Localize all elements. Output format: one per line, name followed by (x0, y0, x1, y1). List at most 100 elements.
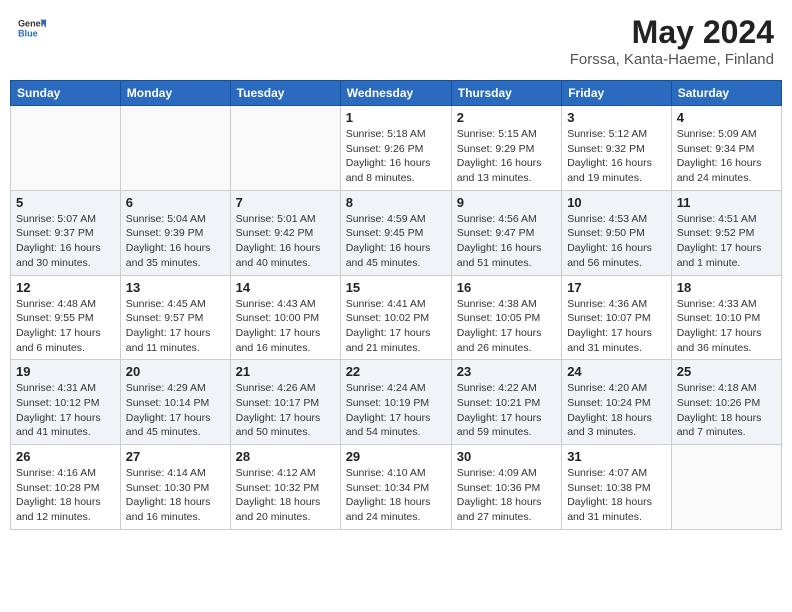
day-info: Sunrise: 4:31 AMSunset: 10:12 PMDaylight… (16, 381, 115, 440)
day-info: Sunrise: 4:48 AMSunset: 9:55 PMDaylight:… (16, 297, 115, 356)
day-info: Sunrise: 4:56 AMSunset: 9:47 PMDaylight:… (457, 212, 556, 271)
col-header-friday: Friday (562, 81, 672, 106)
day-info: Sunrise: 4:12 AMSunset: 10:32 PMDaylight… (236, 466, 335, 525)
calendar-cell: 13 Sunrise: 4:45 AMSunset: 9:57 PMDayligh… (120, 275, 230, 360)
calendar-cell: 27 Sunrise: 4:14 AMSunset: 10:30 PMDaylig… (120, 445, 230, 530)
day-number: 13 (126, 280, 225, 295)
day-info: Sunrise: 4:07 AMSunset: 10:38 PMDaylight… (567, 466, 666, 525)
col-header-sunday: Sunday (11, 81, 121, 106)
calendar-cell: 9 Sunrise: 4:56 AMSunset: 9:47 PMDaylight… (451, 190, 561, 275)
calendar-cell: 7 Sunrise: 5:01 AMSunset: 9:42 PMDaylight… (230, 190, 340, 275)
day-info: Sunrise: 4:29 AMSunset: 10:14 PMDaylight… (126, 381, 225, 440)
day-info: Sunrise: 5:12 AMSunset: 9:32 PMDaylight:… (567, 127, 666, 186)
day-number: 3 (567, 110, 666, 125)
col-header-monday: Monday (120, 81, 230, 106)
col-header-wednesday: Wednesday (340, 81, 451, 106)
day-info: Sunrise: 4:41 AMSunset: 10:02 PMDaylight… (346, 297, 446, 356)
col-header-thursday: Thursday (451, 81, 561, 106)
calendar-cell: 26 Sunrise: 4:16 AMSunset: 10:28 PMDaylig… (11, 445, 121, 530)
day-number: 19 (16, 364, 115, 379)
day-info: Sunrise: 4:18 AMSunset: 10:26 PMDaylight… (677, 381, 776, 440)
day-number: 31 (567, 449, 666, 464)
day-number: 10 (567, 195, 666, 210)
calendar-cell (230, 106, 340, 191)
col-header-saturday: Saturday (671, 81, 781, 106)
day-info: Sunrise: 5:07 AMSunset: 9:37 PMDaylight:… (16, 212, 115, 271)
day-info: Sunrise: 4:22 AMSunset: 10:21 PMDaylight… (457, 381, 556, 440)
day-info: Sunrise: 4:45 AMSunset: 9:57 PMDaylight:… (126, 297, 225, 356)
calendar-cell: 18 Sunrise: 4:33 AMSunset: 10:10 PMDaylig… (671, 275, 781, 360)
calendar-cell: 24Sunrise: 4:20 AMSunset: 10:24 PMDaylig… (562, 360, 672, 445)
day-info: Sunrise: 4:38 AMSunset: 10:05 PMDaylight… (457, 297, 556, 356)
day-info: Sunrise: 4:59 AMSunset: 9:45 PMDaylight:… (346, 212, 446, 271)
day-info: Sunrise: 4:16 AMSunset: 10:28 PMDaylight… (16, 466, 115, 525)
day-number: 21 (236, 364, 335, 379)
day-number: 14 (236, 280, 335, 295)
day-info: Sunrise: 4:24 AMSunset: 10:19 PMDaylight… (346, 381, 446, 440)
calendar-cell: 28 Sunrise: 4:12 AMSunset: 10:32 PMDaylig… (230, 445, 340, 530)
day-info: Sunrise: 5:18 AMSunset: 9:26 PMDaylight:… (346, 127, 446, 186)
calendar-cell: 30 Sunrise: 4:09 AMSunset: 10:36 PMDaylig… (451, 445, 561, 530)
day-number: 5 (16, 195, 115, 210)
day-info: Sunrise: 4:09 AMSunset: 10:36 PMDaylight… (457, 466, 556, 525)
subtitle: Forssa, Kanta-Haeme, Finland (570, 51, 774, 68)
day-number: 20 (126, 364, 225, 379)
calendar-cell: 4Sunrise: 5:09 AMSunset: 9:34 PMDaylight… (671, 106, 781, 191)
day-number: 4 (677, 110, 776, 125)
day-number: 30 (457, 449, 556, 464)
calendar-cell: 11 Sunrise: 4:51 AMSunset: 9:52 PMDayligh… (671, 190, 781, 275)
day-number: 1 (346, 110, 446, 125)
day-info: Sunrise: 4:51 AMSunset: 9:52 PMDaylight:… (677, 212, 776, 271)
day-number: 9 (457, 195, 556, 210)
calendar-cell: 19 Sunrise: 4:31 AMSunset: 10:12 PMDaylig… (11, 360, 121, 445)
title-block: May 2024 Forssa, Kanta-Haeme, Finland (570, 14, 774, 68)
calendar-cell: 2Sunrise: 5:15 AMSunset: 9:29 PMDaylight… (451, 106, 561, 191)
day-number: 8 (346, 195, 446, 210)
calendar-cell (671, 445, 781, 530)
calendar-cell: 23Sunrise: 4:22 AMSunset: 10:21 PMDaylig… (451, 360, 561, 445)
calendar-cell: 6 Sunrise: 5:04 AMSunset: 9:39 PMDaylight… (120, 190, 230, 275)
calendar-cell: 14 Sunrise: 4:43 AMSunset: 10:00 PMDaylig… (230, 275, 340, 360)
day-info: Sunrise: 4:10 AMSunset: 10:34 PMDaylight… (346, 466, 446, 525)
page-header: General Blue May 2024 Forssa, Kanta-Haem… (10, 10, 782, 72)
calendar-cell: 21 Sunrise: 4:26 AMSunset: 10:17 PMDaylig… (230, 360, 340, 445)
day-number: 27 (126, 449, 225, 464)
main-title: May 2024 (570, 14, 774, 51)
calendar-cell: 22 Sunrise: 4:24 AMSunset: 10:19 PMDaylig… (340, 360, 451, 445)
calendar-cell: 31 Sunrise: 4:07 AMSunset: 10:38 PMDaylig… (562, 445, 672, 530)
logo-icon: General Blue (18, 14, 46, 42)
day-number: 7 (236, 195, 335, 210)
day-number: 28 (236, 449, 335, 464)
day-number: 25 (677, 364, 776, 379)
calendar-cell: 29Sunrise: 4:10 AMSunset: 10:34 PMDaylig… (340, 445, 451, 530)
day-number: 16 (457, 280, 556, 295)
day-info: Sunrise: 4:43 AMSunset: 10:00 PMDaylight… (236, 297, 335, 356)
day-info: Sunrise: 5:04 AMSunset: 9:39 PMDaylight:… (126, 212, 225, 271)
calendar-cell: 17Sunrise: 4:36 AMSunset: 10:07 PMDaylig… (562, 275, 672, 360)
col-header-tuesday: Tuesday (230, 81, 340, 106)
calendar-cell: 16 Sunrise: 4:38 AMSunset: 10:05 PMDaylig… (451, 275, 561, 360)
calendar-cell: 8 Sunrise: 4:59 AMSunset: 9:45 PMDaylight… (340, 190, 451, 275)
calendar-cell: 15 Sunrise: 4:41 AMSunset: 10:02 PMDaylig… (340, 275, 451, 360)
day-info: Sunrise: 4:14 AMSunset: 10:30 PMDaylight… (126, 466, 225, 525)
day-number: 22 (346, 364, 446, 379)
day-number: 18 (677, 280, 776, 295)
svg-text:Blue: Blue (18, 28, 38, 38)
calendar-cell: 3 Sunrise: 5:12 AMSunset: 9:32 PMDaylight… (562, 106, 672, 191)
calendar-cell: 1 Sunrise: 5:18 AMSunset: 9:26 PMDaylight… (340, 106, 451, 191)
calendar-cell: 20 Sunrise: 4:29 AMSunset: 10:14 PMDaylig… (120, 360, 230, 445)
day-info: Sunrise: 4:36 AMSunset: 10:07 PMDaylight… (567, 297, 666, 356)
day-info: Sunrise: 4:53 AMSunset: 9:50 PMDaylight:… (567, 212, 666, 271)
day-info: Sunrise: 5:01 AMSunset: 9:42 PMDaylight:… (236, 212, 335, 271)
day-number: 11 (677, 195, 776, 210)
day-number: 15 (346, 280, 446, 295)
day-number: 26 (16, 449, 115, 464)
calendar-cell: 25 Sunrise: 4:18 AMSunset: 10:26 PMDaylig… (671, 360, 781, 445)
calendar-cell: 5 Sunrise: 5:07 AMSunset: 9:37 PMDaylight… (11, 190, 121, 275)
day-number: 12 (16, 280, 115, 295)
day-number: 6 (126, 195, 225, 210)
logo: General Blue (18, 14, 46, 42)
calendar-cell: 12 Sunrise: 4:48 AMSunset: 9:55 PMDayligh… (11, 275, 121, 360)
day-info: Sunrise: 4:33 AMSunset: 10:10 PMDaylight… (677, 297, 776, 356)
day-info: Sunrise: 4:26 AMSunset: 10:17 PMDaylight… (236, 381, 335, 440)
